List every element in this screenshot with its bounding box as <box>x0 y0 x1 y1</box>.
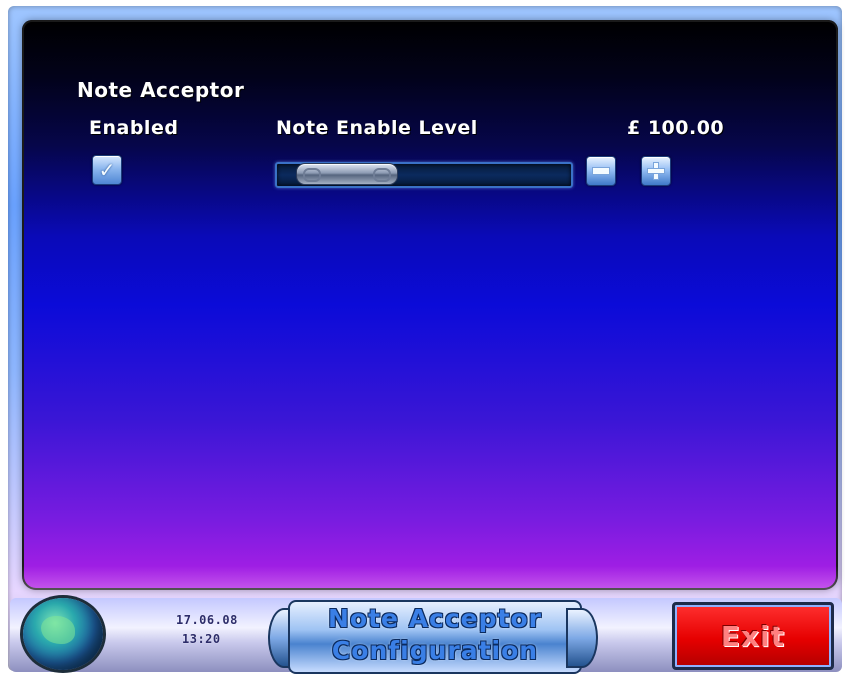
note-level-slider[interactable] <box>275 162 573 188</box>
badge-body: Note Acceptor Configuration <box>288 600 582 674</box>
increase-button[interactable] <box>641 156 671 186</box>
enabled-label: Enabled <box>89 117 179 139</box>
enabled-checkbox[interactable]: ✓ <box>92 155 122 185</box>
page-title-badge: Note Acceptor Configuration <box>268 600 598 674</box>
globe-icon <box>23 598 103 670</box>
slider-thumb[interactable] <box>296 163 398 185</box>
plus-icon <box>647 162 665 180</box>
check-icon: ✓ <box>98 158 116 182</box>
page-title-line2: Configuration <box>331 636 539 665</box>
exit-button-label: Exit <box>720 619 786 653</box>
section-title: Note Acceptor <box>77 78 245 102</box>
time-display: 13:20 <box>182 632 221 646</box>
globe-land <box>41 616 75 644</box>
minus-icon <box>592 167 610 175</box>
config-screen <box>22 20 838 590</box>
note-enable-level-label: Note Enable Level <box>276 117 478 139</box>
note-level-amount: £ 100.00 <box>627 117 725 139</box>
date-display: 17.06.08 <box>176 613 238 627</box>
decrease-button[interactable] <box>586 156 616 186</box>
page-title-line1: Note Acceptor <box>327 604 542 633</box>
badge-right-cap <box>566 608 598 668</box>
exit-button[interactable]: Exit <box>672 602 834 670</box>
